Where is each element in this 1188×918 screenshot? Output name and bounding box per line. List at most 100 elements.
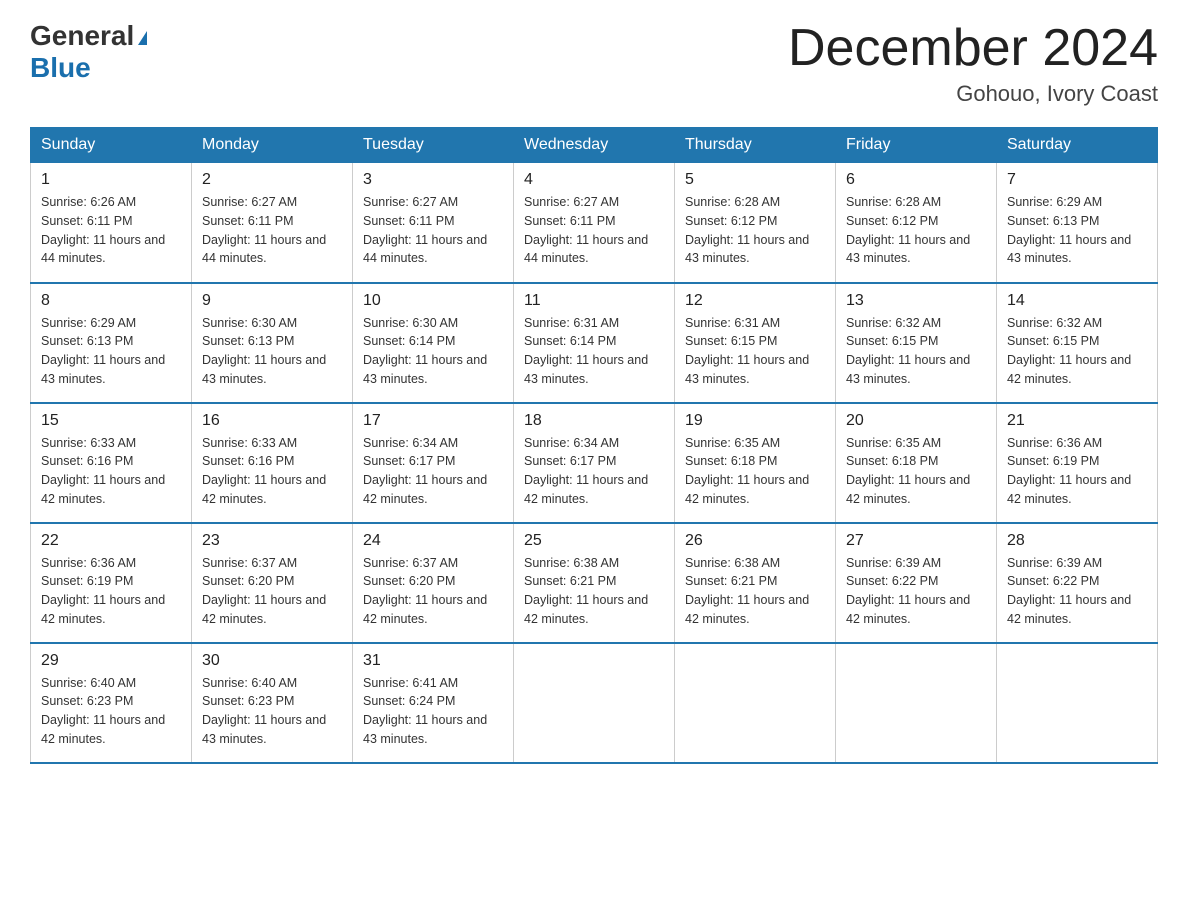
day-number: 2 xyxy=(202,171,342,189)
day-number: 25 xyxy=(524,532,664,550)
calendar-cell: 4 Sunrise: 6:27 AMSunset: 6:11 PMDaylight… xyxy=(514,163,675,283)
day-info: Sunrise: 6:29 AMSunset: 6:13 PMDaylight:… xyxy=(41,314,181,389)
calendar-cell xyxy=(997,643,1158,763)
day-info: Sunrise: 6:36 AMSunset: 6:19 PMDaylight:… xyxy=(1007,434,1147,509)
day-info: Sunrise: 6:36 AMSunset: 6:19 PMDaylight:… xyxy=(41,554,181,629)
weekday-header-wednesday: Wednesday xyxy=(514,128,675,163)
logo-arrow-icon xyxy=(138,31,147,45)
week-row-5: 29Sunrise: 6:40 AMSunset: 6:23 PMDayligh… xyxy=(31,643,1158,763)
day-info: Sunrise: 6:28 AMSunset: 6:12 PMDaylight:… xyxy=(846,193,986,268)
day-info: Sunrise: 6:26 AMSunset: 6:11 PMDaylight:… xyxy=(41,193,181,268)
calendar-cell: 30Sunrise: 6:40 AMSunset: 6:23 PMDayligh… xyxy=(192,643,353,763)
calendar-cell: 6 Sunrise: 6:28 AMSunset: 6:12 PMDaylight… xyxy=(836,163,997,283)
calendar-subtitle: Gohouo, Ivory Coast xyxy=(788,81,1158,107)
calendar-cell: 14Sunrise: 6:32 AMSunset: 6:15 PMDayligh… xyxy=(997,283,1158,403)
calendar-cell: 22 Sunrise: 6:36 AMSunset: 6:19 PMDayligh… xyxy=(31,523,192,643)
day-number: 30 xyxy=(202,652,342,670)
weekday-header-saturday: Saturday xyxy=(997,128,1158,163)
title-section: December 2024 Gohouo, Ivory Coast xyxy=(788,20,1158,107)
calendar-title: December 2024 xyxy=(788,20,1158,77)
weekday-header-monday: Monday xyxy=(192,128,353,163)
day-number: 4 xyxy=(524,171,664,189)
calendar-cell: 27 Sunrise: 6:39 AMSunset: 6:22 PMDayligh… xyxy=(836,523,997,643)
day-number: 9 xyxy=(202,292,342,310)
day-number: 19 xyxy=(685,412,825,430)
day-info: Sunrise: 6:32 AMSunset: 6:15 PMDaylight:… xyxy=(1007,314,1147,389)
calendar-cell: 12Sunrise: 6:31 AMSunset: 6:15 PMDayligh… xyxy=(675,283,836,403)
day-info: Sunrise: 6:31 AMSunset: 6:15 PMDaylight:… xyxy=(685,314,825,389)
calendar-cell xyxy=(836,643,997,763)
day-number: 21 xyxy=(1007,412,1147,430)
day-number: 10 xyxy=(363,292,503,310)
page-header: General Blue December 2024 Gohouo, Ivory… xyxy=(30,20,1158,107)
day-number: 28 xyxy=(1007,532,1147,550)
week-row-1: 1 Sunrise: 6:26 AMSunset: 6:11 PMDaylight… xyxy=(31,163,1158,283)
calendar-cell: 24 Sunrise: 6:37 AMSunset: 6:20 PMDayligh… xyxy=(353,523,514,643)
day-number: 11 xyxy=(524,292,664,310)
day-info: Sunrise: 6:27 AMSunset: 6:11 PMDaylight:… xyxy=(363,193,503,268)
day-number: 31 xyxy=(363,652,503,670)
calendar-cell: 26 Sunrise: 6:38 AMSunset: 6:21 PMDayligh… xyxy=(675,523,836,643)
day-number: 29 xyxy=(41,652,181,670)
day-number: 27 xyxy=(846,532,986,550)
day-info: Sunrise: 6:28 AMSunset: 6:12 PMDaylight:… xyxy=(685,193,825,268)
day-number: 17 xyxy=(363,412,503,430)
calendar-cell: 21 Sunrise: 6:36 AMSunset: 6:19 PMDayligh… xyxy=(997,403,1158,523)
week-row-2: 8Sunrise: 6:29 AMSunset: 6:13 PMDaylight… xyxy=(31,283,1158,403)
day-info: Sunrise: 6:27 AMSunset: 6:11 PMDaylight:… xyxy=(524,193,664,268)
weekday-header-friday: Friday xyxy=(836,128,997,163)
calendar-cell: 31Sunrise: 6:41 AMSunset: 6:24 PMDayligh… xyxy=(353,643,514,763)
calendar-cell: 18 Sunrise: 6:34 AMSunset: 6:17 PMDayligh… xyxy=(514,403,675,523)
week-row-3: 15 Sunrise: 6:33 AMSunset: 6:16 PMDayligh… xyxy=(31,403,1158,523)
calendar-cell: 17 Sunrise: 6:34 AMSunset: 6:17 PMDayligh… xyxy=(353,403,514,523)
calendar-cell: 15 Sunrise: 6:33 AMSunset: 6:16 PMDayligh… xyxy=(31,403,192,523)
day-number: 16 xyxy=(202,412,342,430)
calendar-cell: 5 Sunrise: 6:28 AMSunset: 6:12 PMDaylight… xyxy=(675,163,836,283)
day-info: Sunrise: 6:27 AMSunset: 6:11 PMDaylight:… xyxy=(202,193,342,268)
day-info: Sunrise: 6:35 AMSunset: 6:18 PMDaylight:… xyxy=(685,434,825,509)
calendar-cell: 11 Sunrise: 6:31 AMSunset: 6:14 PMDayligh… xyxy=(514,283,675,403)
calendar-cell: 7Sunrise: 6:29 AMSunset: 6:13 PMDaylight… xyxy=(997,163,1158,283)
day-info: Sunrise: 6:33 AMSunset: 6:16 PMDaylight:… xyxy=(41,434,181,509)
day-info: Sunrise: 6:34 AMSunset: 6:17 PMDaylight:… xyxy=(524,434,664,509)
day-number: 18 xyxy=(524,412,664,430)
calendar-cell: 10 Sunrise: 6:30 AMSunset: 6:14 PMDayligh… xyxy=(353,283,514,403)
calendar-cell: 2 Sunrise: 6:27 AMSunset: 6:11 PMDaylight… xyxy=(192,163,353,283)
day-number: 13 xyxy=(846,292,986,310)
day-info: Sunrise: 6:38 AMSunset: 6:21 PMDaylight:… xyxy=(524,554,664,629)
day-info: Sunrise: 6:30 AMSunset: 6:13 PMDaylight:… xyxy=(202,314,342,389)
day-number: 3 xyxy=(363,171,503,189)
day-info: Sunrise: 6:33 AMSunset: 6:16 PMDaylight:… xyxy=(202,434,342,509)
calendar-cell: 8Sunrise: 6:29 AMSunset: 6:13 PMDaylight… xyxy=(31,283,192,403)
day-number: 24 xyxy=(363,532,503,550)
day-info: Sunrise: 6:38 AMSunset: 6:21 PMDaylight:… xyxy=(685,554,825,629)
calendar-cell xyxy=(675,643,836,763)
day-info: Sunrise: 6:39 AMSunset: 6:22 PMDaylight:… xyxy=(1007,554,1147,629)
calendar-cell xyxy=(514,643,675,763)
calendar-cell: 9 Sunrise: 6:30 AMSunset: 6:13 PMDaylight… xyxy=(192,283,353,403)
calendar-cell: 29Sunrise: 6:40 AMSunset: 6:23 PMDayligh… xyxy=(31,643,192,763)
day-info: Sunrise: 6:37 AMSunset: 6:20 PMDaylight:… xyxy=(202,554,342,629)
day-info: Sunrise: 6:39 AMSunset: 6:22 PMDaylight:… xyxy=(846,554,986,629)
calendar-cell: 13Sunrise: 6:32 AMSunset: 6:15 PMDayligh… xyxy=(836,283,997,403)
day-number: 5 xyxy=(685,171,825,189)
day-number: 22 xyxy=(41,532,181,550)
day-number: 23 xyxy=(202,532,342,550)
day-info: Sunrise: 6:37 AMSunset: 6:20 PMDaylight:… xyxy=(363,554,503,629)
calendar-cell: 20Sunrise: 6:35 AMSunset: 6:18 PMDayligh… xyxy=(836,403,997,523)
day-number: 20 xyxy=(846,412,986,430)
day-info: Sunrise: 6:30 AMSunset: 6:14 PMDaylight:… xyxy=(363,314,503,389)
weekday-header-row: SundayMondayTuesdayWednesdayThursdayFrid… xyxy=(31,128,1158,163)
day-info: Sunrise: 6:34 AMSunset: 6:17 PMDaylight:… xyxy=(363,434,503,509)
calendar-cell: 1 Sunrise: 6:26 AMSunset: 6:11 PMDaylight… xyxy=(31,163,192,283)
calendar-cell: 28 Sunrise: 6:39 AMSunset: 6:22 PMDayligh… xyxy=(997,523,1158,643)
day-number: 15 xyxy=(41,412,181,430)
day-number: 1 xyxy=(41,171,181,189)
day-info: Sunrise: 6:31 AMSunset: 6:14 PMDaylight:… xyxy=(524,314,664,389)
weekday-header-tuesday: Tuesday xyxy=(353,128,514,163)
day-number: 7 xyxy=(1007,171,1147,189)
calendar-cell: 23 Sunrise: 6:37 AMSunset: 6:20 PMDayligh… xyxy=(192,523,353,643)
weekday-header-sunday: Sunday xyxy=(31,128,192,163)
day-number: 26 xyxy=(685,532,825,550)
day-number: 6 xyxy=(846,171,986,189)
